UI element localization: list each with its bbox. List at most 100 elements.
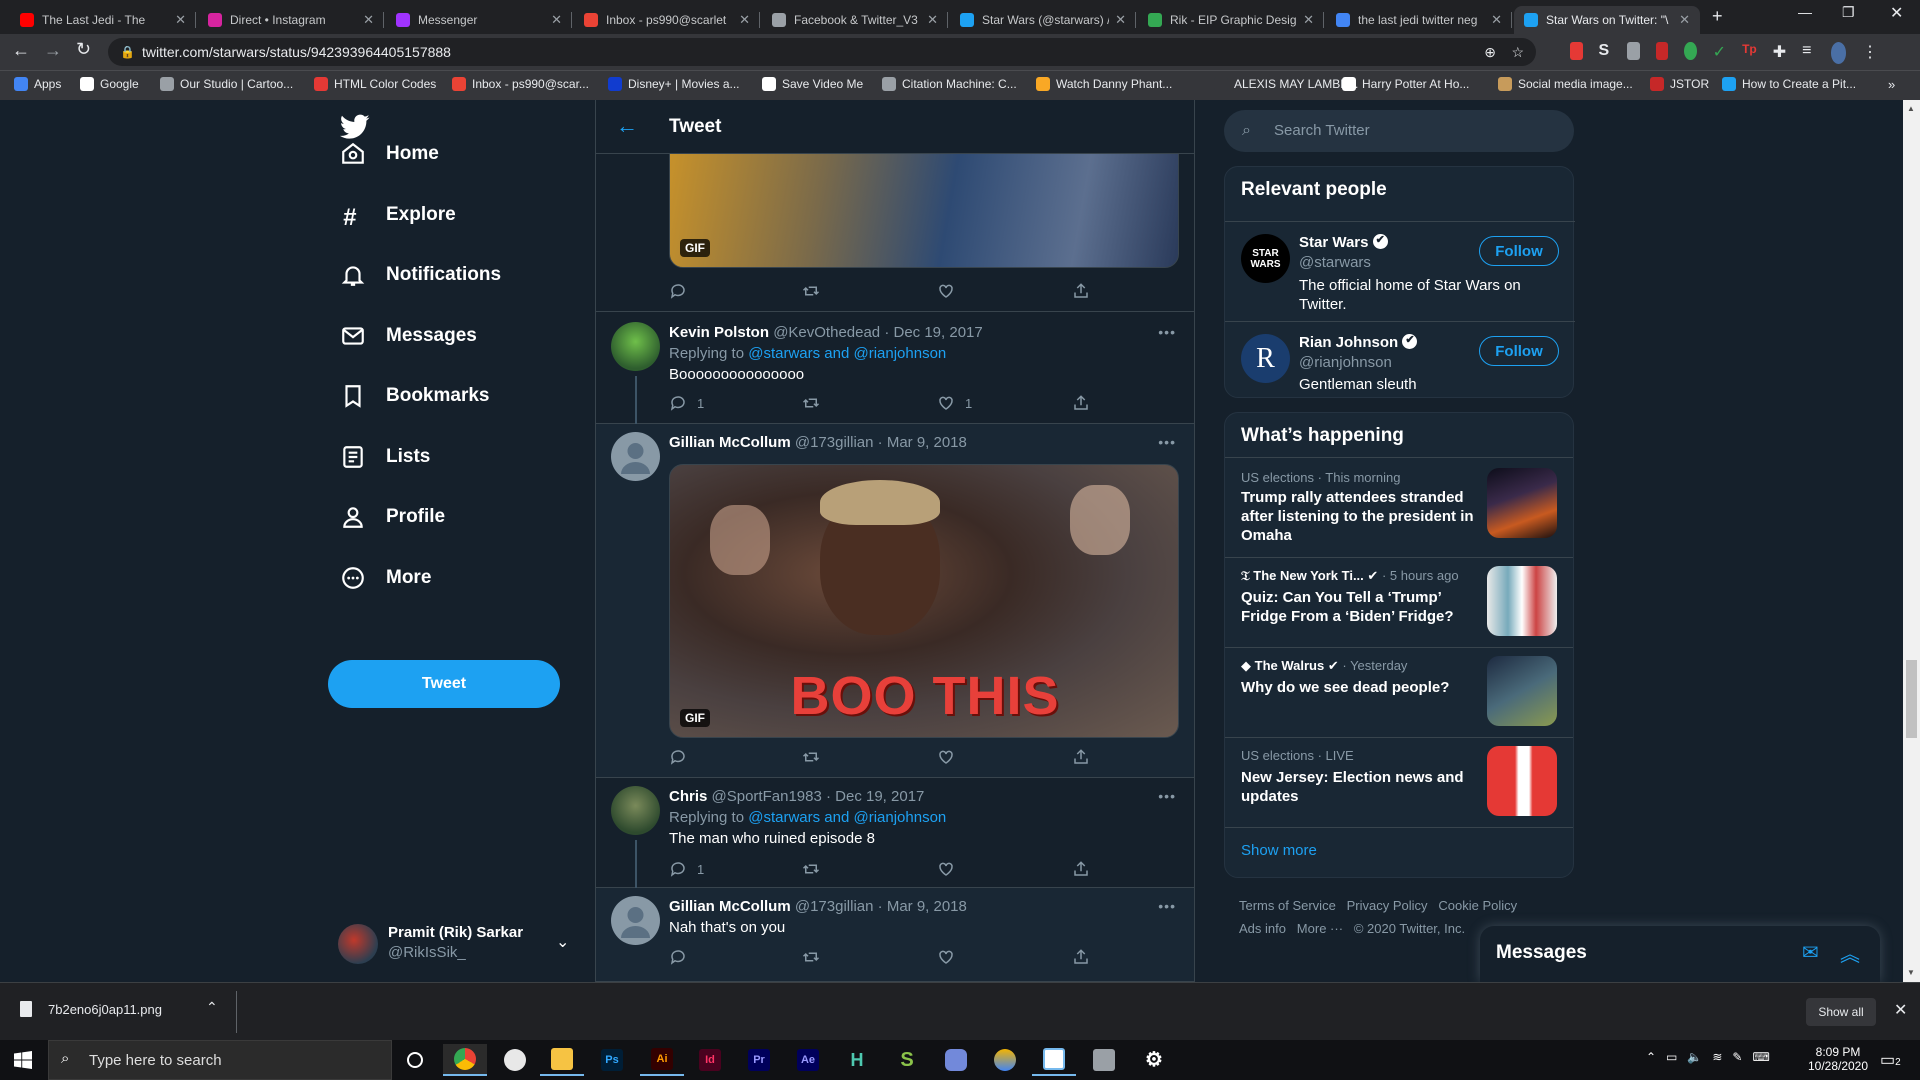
url-bar[interactable]: 🔒 twitter.com/starwars/status/9423939644…	[108, 38, 1536, 66]
bookmark-item[interactable]: Citation Machine: C...	[882, 77, 1017, 91]
bookmark-item[interactable]: Save Video Me	[762, 77, 863, 91]
browser-tab[interactable]: Rik - EIP Graphic Desig ✕	[1138, 6, 1324, 34]
bookmark-item[interactable]: JSTOR	[1650, 77, 1709, 91]
share-icon[interactable]	[1072, 748, 1100, 766]
show-more-row[interactable]: Show more	[1225, 827, 1573, 877]
footer-line2[interactable]: Ads info More ··· © 2020 Twitter, Inc.	[1239, 921, 1517, 936]
close-tab-icon[interactable]: ✕	[363, 12, 374, 28]
bookmark-item[interactable]: How to Create a Pit...	[1722, 77, 1856, 91]
browser-tab[interactable]: Direct • Instagram ✕	[198, 6, 384, 34]
like-icon[interactable]	[937, 748, 965, 766]
app-icon[interactable]	[1082, 1044, 1126, 1076]
reply-icon[interactable]	[669, 748, 697, 766]
more-options-icon[interactable]: •••	[1158, 788, 1176, 804]
like-icon[interactable]: 1	[937, 394, 972, 412]
scroll-down-arrow-icon[interactable]: ▼	[1907, 968, 1915, 977]
photoshop-icon[interactable]: Ps	[590, 1044, 634, 1076]
browser-tab[interactable]: Star Wars (@starwars) / ✕	[950, 6, 1136, 34]
close-tab-icon[interactable]: ✕	[927, 12, 938, 28]
nav-home[interactable]: Home	[340, 132, 439, 176]
more-options-icon[interactable]: •••	[1158, 434, 1176, 450]
person-rianjohnson[interactable]: R Rian Johnson ✔ @rianjohnson Follow Gen…	[1225, 321, 1575, 399]
account-switcher[interactable]: Pramit (Rik) Sarkar @RikIsSik_ ⌄	[338, 922, 578, 966]
close-tab-icon[interactable]: ✕	[1303, 12, 1314, 28]
bookmark-item[interactable]: Apps	[14, 77, 61, 91]
tweet-kevin[interactable]: Kevin Polston @KevOthedead · Dec 19, 201…	[596, 312, 1194, 424]
trend-item[interactable]: 𝔗 The New York Ti... ✔ · 5 hours ago Qui…	[1225, 557, 1573, 647]
bookmark-item[interactable]: ALEXIS MAY LAMBE...	[1214, 77, 1358, 91]
h-app-icon[interactable]: H	[835, 1044, 879, 1076]
tweet-partial[interactable]: GIF	[596, 134, 1194, 312]
share-icon[interactable]	[1072, 860, 1100, 878]
tp-extension-icon[interactable]: Tp	[1742, 42, 1757, 60]
bookmark-item[interactable]: Social media image...	[1498, 77, 1633, 91]
media-icon[interactable]: ≡	[1802, 42, 1815, 60]
page-scrollbar[interactable]: ▲ ▼	[1903, 100, 1920, 982]
nav-profile[interactable]: Profile	[340, 495, 445, 539]
like-icon[interactable]	[937, 948, 965, 966]
app-icon[interactable]	[1032, 1044, 1076, 1076]
profile-avatar-icon[interactable]	[1830, 42, 1846, 64]
nav-notifications[interactable]: Notifications	[340, 253, 501, 297]
chrome-taskbar-icon[interactable]	[443, 1044, 487, 1076]
gif-media[interactable]: GIF	[669, 134, 1179, 268]
green-extension-icon[interactable]	[1684, 42, 1697, 60]
app-icon[interactable]	[983, 1044, 1027, 1076]
share-icon[interactable]	[1072, 282, 1100, 300]
browser-tab[interactable]: the last jedi twitter neg ✕	[1326, 6, 1512, 34]
scroll-up-arrow-icon[interactable]: ▲	[1907, 104, 1915, 113]
app-icon[interactable]	[493, 1044, 537, 1076]
chevron-down-icon[interactable]: ⌄	[556, 932, 569, 952]
default-avatar-icon[interactable]	[611, 432, 660, 481]
tweet-button[interactable]: Tweet	[328, 660, 560, 708]
reply-icon[interactable]: 1	[669, 394, 704, 412]
back-arrow-icon[interactable]: ←	[616, 113, 638, 139]
s-app-icon[interactable]: S	[885, 1044, 929, 1076]
show-more-link[interactable]: Show more	[1241, 842, 1317, 859]
nav-explore[interactable]: # Explore	[340, 193, 455, 237]
expand-chevron-up-icon[interactable]: ︽	[1840, 938, 1860, 967]
tweet-chris[interactable]: Chris @SportFan1983 · Dec 19, 2017 ••• R…	[596, 778, 1194, 888]
trend-item[interactable]: US elections · This morning Trump rally …	[1225, 457, 1573, 557]
back-icon[interactable]: ←	[12, 40, 30, 61]
scroll-thumb[interactable]	[1906, 660, 1917, 738]
maximize-button[interactable]: ❐	[1842, 4, 1855, 21]
browser-tab[interactable]: Star Wars on Twitter: "\ ✕	[1514, 6, 1700, 34]
follow-button[interactable]: Follow	[1479, 236, 1559, 266]
reload-icon[interactable]: ↻	[76, 39, 91, 60]
close-tab-icon[interactable]: ✕	[1679, 12, 1690, 28]
illustrator-icon[interactable]: Ai	[640, 1044, 684, 1076]
close-tab-icon[interactable]: ✕	[175, 12, 186, 28]
close-tab-icon[interactable]: ✕	[1491, 12, 1502, 28]
browser-tab[interactable]: The Last Jedi - The ✕	[10, 6, 196, 34]
cortana-icon[interactable]	[393, 1044, 437, 1076]
nav-more[interactable]: More	[340, 556, 431, 600]
close-tab-icon[interactable]: ✕	[739, 12, 750, 28]
bookmark-item[interactable]: Watch Danny Phant...	[1036, 77, 1172, 91]
avatar[interactable]	[611, 786, 660, 835]
puzzle-extensions-icon[interactable]: ✚	[1773, 42, 1786, 61]
reply-icon[interactable]	[669, 282, 697, 300]
bookmark-star-icon[interactable]: ☆	[1511, 38, 1524, 66]
taskbar-search-input[interactable]: ⌕ Type here to search	[48, 1040, 392, 1080]
close-tab-icon[interactable]: ✕	[1115, 12, 1126, 28]
indesign-icon[interactable]: Id	[688, 1044, 732, 1076]
retweet-icon[interactable]	[802, 394, 830, 412]
reply-icon[interactable]	[669, 948, 697, 966]
system-tray-icons[interactable]: ⌃▭🔈≋✎⌨	[1646, 1050, 1780, 1064]
s-extension-icon[interactable]: S	[1599, 42, 1612, 60]
default-avatar-icon[interactable]	[611, 896, 660, 945]
retweet-icon[interactable]	[802, 282, 830, 300]
clock[interactable]: 8:09 PM 10/28/2020	[1802, 1045, 1874, 1073]
premiere-icon[interactable]: Pr	[737, 1044, 781, 1076]
footer-links[interactable]: Terms of Service Privacy Policy Cookie P…	[1239, 898, 1517, 936]
nav-lists[interactable]: Lists	[340, 435, 430, 479]
tweet-gillian-gif[interactable]: Gillian McCollum @173gillian · Mar 9, 20…	[596, 424, 1194, 778]
trend-item[interactable]: ◆ The Walrus ✔ · Yesterday Why do we see…	[1225, 647, 1573, 737]
chrome-menu-icon[interactable]: ⋮	[1862, 42, 1878, 61]
share-icon[interactable]	[1072, 948, 1100, 966]
close-window-button[interactable]: ✕	[1890, 3, 1903, 23]
like-icon[interactable]	[937, 860, 965, 878]
download-filename[interactable]: 7b2eno6j0ap11.png	[48, 1002, 162, 1017]
settings-gear-icon[interactable]: ⚙	[1132, 1044, 1176, 1076]
